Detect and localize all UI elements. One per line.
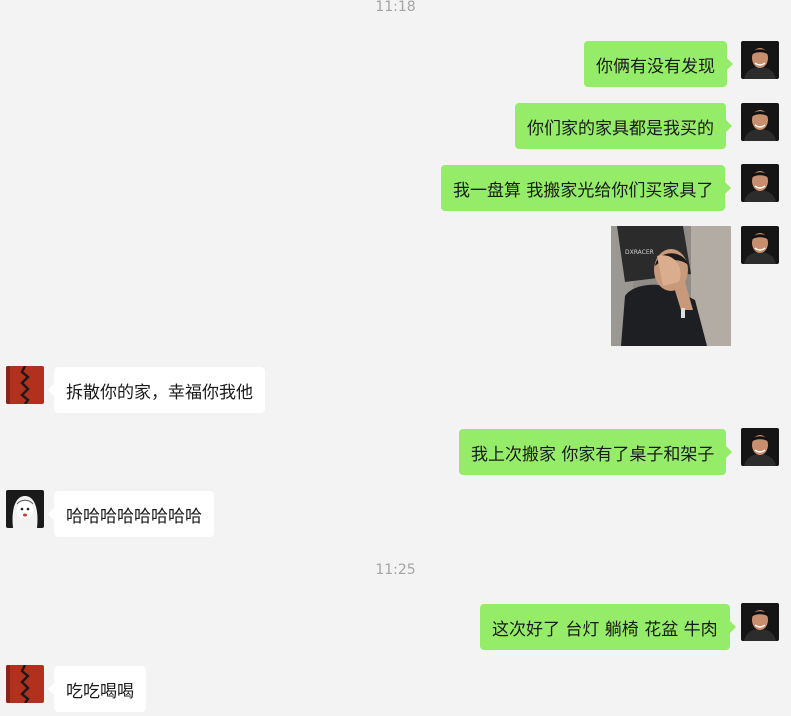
man-portrait-icon <box>741 164 779 202</box>
man-portrait-icon <box>741 226 779 264</box>
friend-b-avatar[interactable] <box>6 490 44 528</box>
my-avatar[interactable] <box>741 603 779 641</box>
friend-a-avatar[interactable] <box>6 366 44 404</box>
message-bubble-received[interactable]: 拆散你的家，幸福你我他 <box>48 367 265 413</box>
facepalm-photo: DXRACER <box>611 226 731 346</box>
my-avatar[interactable] <box>741 41 779 79</box>
chair-logo-text: DXRACER <box>625 249 654 256</box>
message-bubble-received[interactable]: 吃吃喝喝 <box>48 666 146 712</box>
my-avatar[interactable] <box>741 226 779 264</box>
timestamp: 11:18 <box>375 0 416 15</box>
man-portrait-icon <box>741 103 779 141</box>
man-portrait-icon <box>741 603 779 641</box>
message-bubble-sent[interactable]: 我一盘算 我搬家光给你们买家具了 <box>441 165 732 211</box>
message-bubble-received[interactable]: 哈哈哈哈哈哈哈哈 <box>48 491 214 537</box>
timestamp: 11:25 <box>375 562 416 578</box>
message-bubble-sent[interactable]: 你俩有没有发现 <box>584 41 733 87</box>
my-avatar[interactable] <box>741 164 779 202</box>
message-bubble-sent[interactable]: 这次好了 台灯 躺椅 花盆 牛肉 <box>480 604 736 650</box>
anime-girl-icon <box>6 490 44 528</box>
man-portrait-icon <box>741 428 779 466</box>
image-message[interactable]: DXRACER <box>611 226 731 346</box>
man-portrait-icon <box>741 41 779 79</box>
friend-a-avatar[interactable] <box>6 665 44 703</box>
red-pattern-icon <box>6 665 44 703</box>
my-avatar[interactable] <box>741 428 779 466</box>
message-bubble-sent[interactable]: 我上次搬家 你家有了桌子和架子 <box>459 429 733 475</box>
message-bubble-sent[interactable]: 你们家的家具都是我买的 <box>515 103 732 149</box>
red-pattern-icon <box>6 366 44 404</box>
my-avatar[interactable] <box>741 103 779 141</box>
